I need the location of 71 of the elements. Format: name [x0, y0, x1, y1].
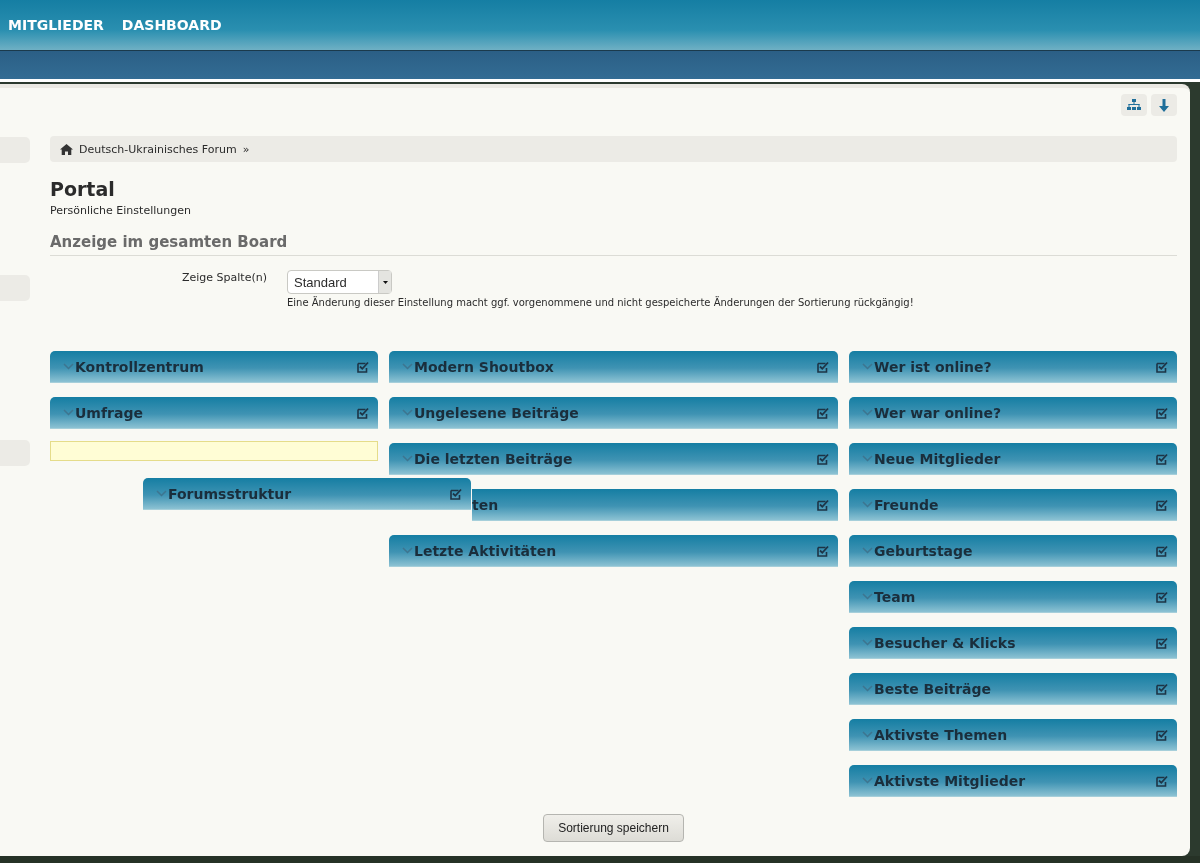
sitemap-button[interactable] — [1121, 94, 1147, 116]
portal-box-header[interactable]: Wer war online? — [849, 397, 1177, 429]
checked-checkbox-icon[interactable] — [357, 360, 369, 373]
checked-checkbox-icon[interactable] — [1156, 544, 1168, 557]
portal-box-header[interactable]: Die letzten Beiträge — [389, 443, 838, 475]
box-title: Neue Mitglieder — [874, 450, 1002, 467]
box-title: Team — [874, 588, 917, 605]
field-description: Eine Änderung dieser Einstellung macht ggf. vorgenommene und nicht gespeicherte Änderungen der Sortierung rückgängig! — [287, 297, 914, 308]
box-title: Aktivste Mitglieder — [874, 772, 1027, 789]
portal-box-header[interactable]: Ungelesene Beiträge — [389, 397, 838, 429]
checked-checkbox-icon[interactable] — [1156, 728, 1168, 741]
save-button[interactable]: Sortierung speichern — [543, 814, 684, 842]
box-title: Umfrage — [75, 404, 144, 421]
checked-checkbox-icon[interactable] — [1156, 774, 1168, 787]
box-title: Aktivste Themen — [874, 726, 1009, 743]
box-title: Freunde — [874, 496, 940, 513]
checked-checkbox-icon[interactable] — [817, 544, 829, 557]
checked-checkbox-icon[interactable] — [817, 406, 829, 419]
arrow-down-icon — [1158, 98, 1170, 112]
checked-checkbox-icon[interactable] — [1156, 498, 1168, 511]
portal-box-header[interactable]: Umfrage — [50, 397, 378, 429]
box-title: Forumsstruktur — [168, 485, 293, 502]
checked-checkbox-icon[interactable] — [1156, 682, 1168, 695]
box-title: Wer ist online? — [874, 358, 993, 375]
checked-checkbox-icon[interactable] — [450, 487, 462, 500]
box-title: Kontrollzentrum — [75, 358, 205, 375]
page-subtitle: Persönliche Einstellungen — [50, 204, 192, 217]
portal-box-header[interactable]: Forumsstruktur — [143, 478, 471, 510]
nav-link[interactable]: DASHBOARD — [121, 17, 222, 33]
portal-box-header[interactable]: Team — [849, 581, 1177, 613]
scroll-down-button[interactable] — [1151, 94, 1177, 116]
box-title: Wer war online? — [874, 404, 1003, 421]
portal-box-header[interactable]: Kontrollzentrum — [50, 351, 378, 383]
checked-checkbox-icon[interactable] — [1156, 360, 1168, 373]
portal-box-header[interactable]: Letzte Aktivitäten — [389, 535, 838, 567]
portal-box-header[interactable]: Freunde — [849, 489, 1177, 521]
dropdown-arrow-icon — [382, 280, 388, 284]
portal-box-header[interactable]: Beste Beiträge — [849, 673, 1177, 705]
portal-box-header[interactable]: Modern Shoutbox — [389, 351, 838, 383]
box-title: Letzte Aktivitäten — [414, 542, 558, 559]
breadcrumb-link[interactable]: Deutsch-Ukrainisches Forum — [79, 142, 237, 156]
home-icon — [60, 143, 73, 155]
box-title: Besucher & Klicks — [874, 634, 1017, 651]
portal-box-header[interactable]: ten — [472, 489, 838, 521]
checked-checkbox-icon[interactable] — [817, 360, 829, 373]
box-title: ten — [472, 496, 500, 513]
portal-box-header[interactable]: Besucher & Klicks — [849, 627, 1177, 659]
portal-box-header[interactable]: Aktivste Themen — [849, 719, 1177, 751]
box-title: Beste Beiträge — [874, 680, 993, 697]
section-heading: Anzeige im gesamten Board — [50, 233, 1177, 256]
portal-box-header[interactable]: Wer ist online? — [849, 351, 1177, 383]
nav-link[interactable]: MITGLIEDER — [8, 17, 104, 33]
column-select[interactable]: Standard — [287, 270, 392, 294]
checked-checkbox-icon[interactable] — [1156, 452, 1168, 465]
checked-checkbox-icon[interactable] — [1156, 590, 1168, 603]
box-title: Geburtstage — [874, 542, 974, 559]
field-label: Zeige Spalte(n) — [181, 270, 267, 286]
box-title: Ungelesene Beiträge — [414, 404, 580, 421]
box-title: Die letzten Beiträge — [414, 450, 574, 467]
checked-checkbox-icon[interactable] — [1156, 406, 1168, 419]
portal-box-header[interactable]: Geburtstage — [849, 535, 1177, 567]
breadcrumb-separator: » — [242, 142, 250, 156]
box-title: Modern Shoutbox — [414, 358, 555, 375]
checked-checkbox-icon[interactable] — [1156, 636, 1168, 649]
sitemap-icon — [1127, 99, 1141, 111]
portal-box-header[interactable]: Neue Mitglieder — [849, 443, 1177, 475]
checked-checkbox-icon[interactable] — [817, 498, 829, 511]
checked-checkbox-icon[interactable] — [817, 452, 829, 465]
page-title: Portal — [50, 178, 116, 200]
checked-checkbox-icon[interactable] — [357, 406, 369, 419]
portal-box-header[interactable]: Aktivste Mitglieder — [849, 765, 1177, 797]
